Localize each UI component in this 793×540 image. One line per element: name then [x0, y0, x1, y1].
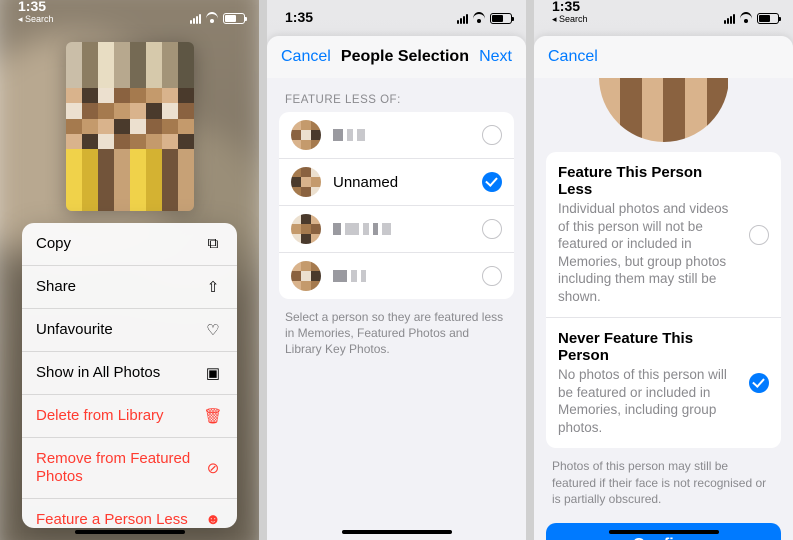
option-radio[interactable]	[749, 373, 769, 393]
modal-header: Cancel People Selection Next	[267, 36, 526, 78]
status-icons	[190, 13, 245, 24]
menu-label: Remove from Featured Photos	[36, 450, 203, 486]
person-name: Unnamed	[333, 174, 470, 191]
person-avatar	[291, 261, 321, 291]
delete-row[interactable]: Delete from Library🗑	[22, 394, 237, 437]
show-in-all-row-icon: ▣	[203, 364, 223, 382]
menu-label: Delete from Library	[36, 407, 203, 425]
feature-less-row[interactable]: Feature a Person Less☻	[22, 498, 237, 528]
context-menu: Copy⧉Share⇧Unfavourite♡Show in All Photo…	[22, 223, 237, 528]
footer-note: Select a person so they are featured les…	[285, 309, 508, 358]
menu-label: Show in All Photos	[36, 364, 203, 382]
selection-radio[interactable]	[482, 219, 502, 239]
phone-context-menu: 1:35 ◂ Search Copy⧉Share⇧Unfavourite♡Sho…	[0, 0, 259, 540]
feature-option[interactable]: Never Feature This PersonNo photos of th…	[546, 317, 781, 448]
option-desc: Individual photos and videos of this per…	[558, 200, 739, 305]
feature-option[interactable]: Feature This Person LessIndividual photo…	[546, 152, 781, 317]
person-name	[333, 129, 470, 141]
next-button[interactable]: Next	[479, 48, 512, 66]
battery-icon	[490, 13, 512, 24]
option-title: Never Feature This Person	[558, 330, 739, 364]
home-indicator[interactable]	[609, 530, 719, 534]
status-icons	[457, 13, 512, 24]
option-radio[interactable]	[749, 225, 769, 245]
wifi-icon	[472, 14, 486, 24]
share-row-icon: ⇧	[203, 278, 223, 296]
phone-people-selection: 1:35 Cancel People Selection Next FEATUR…	[267, 0, 526, 540]
status-bar: 1:35 ◂ Search	[0, 0, 259, 24]
selection-radio[interactable]	[482, 266, 502, 286]
feature-less-row-icon: ☻	[203, 511, 223, 528]
status-time: 1:35	[285, 10, 313, 24]
share-row[interactable]: Share⇧	[22, 265, 237, 308]
status-time: 1:35	[18, 0, 54, 13]
home-indicator[interactable]	[342, 530, 452, 534]
person-row[interactable]: Unnamed	[279, 158, 514, 205]
phone-feature-options: 1:35 ◂ Search Cancel Feature This Person…	[534, 0, 793, 540]
options-list: Feature This Person LessIndividual photo…	[546, 152, 781, 448]
show-in-all-row[interactable]: Show in All Photos▣	[22, 351, 237, 394]
photo-preview[interactable]	[66, 42, 194, 211]
section-label: FEATURE LESS OF:	[285, 94, 508, 106]
person-name	[333, 223, 470, 235]
copy-row[interactable]: Copy⧉	[22, 223, 237, 265]
cancel-button[interactable]: Cancel	[548, 48, 598, 66]
people-list: Unnamed	[279, 112, 514, 299]
person-avatar	[291, 214, 321, 244]
cancel-button[interactable]: Cancel	[281, 48, 331, 66]
person-avatar	[599, 78, 729, 142]
modal-sheet: Cancel People Selection Next FEATURE LES…	[267, 36, 526, 540]
status-bar: 1:35	[267, 0, 526, 24]
battery-icon	[223, 13, 245, 24]
status-time: 1:35	[552, 0, 588, 13]
modal-title: People Selection	[341, 48, 469, 66]
status-icons	[724, 13, 779, 24]
remove-featured-row[interactable]: Remove from Featured Photos⊘	[22, 437, 237, 498]
copy-row-icon: ⧉	[203, 235, 223, 252]
person-avatar	[291, 167, 321, 197]
menu-label: Copy	[36, 235, 203, 253]
person-row[interactable]	[279, 112, 514, 158]
person-avatar	[291, 120, 321, 150]
signal-icon	[724, 14, 735, 24]
wifi-icon	[739, 14, 753, 24]
option-desc: No photos of this person will be feature…	[558, 366, 739, 436]
signal-icon	[457, 14, 468, 24]
modal-header: Cancel	[534, 36, 793, 78]
menu-label: Share	[36, 278, 203, 296]
unfavourite-row[interactable]: Unfavourite♡	[22, 308, 237, 351]
status-bar: 1:35 ◂ Search	[534, 0, 793, 24]
status-nav-back[interactable]: ◂ Search	[552, 15, 588, 24]
menu-label: Feature a Person Less	[36, 511, 203, 528]
home-indicator[interactable]	[75, 530, 185, 534]
selection-radio[interactable]	[482, 125, 502, 145]
delete-row-icon: 🗑	[203, 407, 223, 425]
menu-label: Unfavourite	[36, 321, 203, 339]
footer-note: Photos of this person may still be featu…	[552, 458, 775, 507]
battery-icon	[757, 13, 779, 24]
remove-featured-row-icon: ⊘	[203, 459, 223, 477]
status-nav-back[interactable]: ◂ Search	[18, 15, 54, 24]
option-title: Feature This Person Less	[558, 164, 739, 198]
wifi-icon	[205, 14, 219, 24]
modal-sheet: Cancel Feature This Person LessIndividua…	[534, 36, 793, 540]
person-row[interactable]	[279, 205, 514, 252]
person-name	[333, 270, 470, 282]
unfavourite-row-icon: ♡	[203, 321, 223, 339]
signal-icon	[190, 14, 201, 24]
person-row[interactable]	[279, 252, 514, 299]
selection-radio[interactable]	[482, 172, 502, 192]
